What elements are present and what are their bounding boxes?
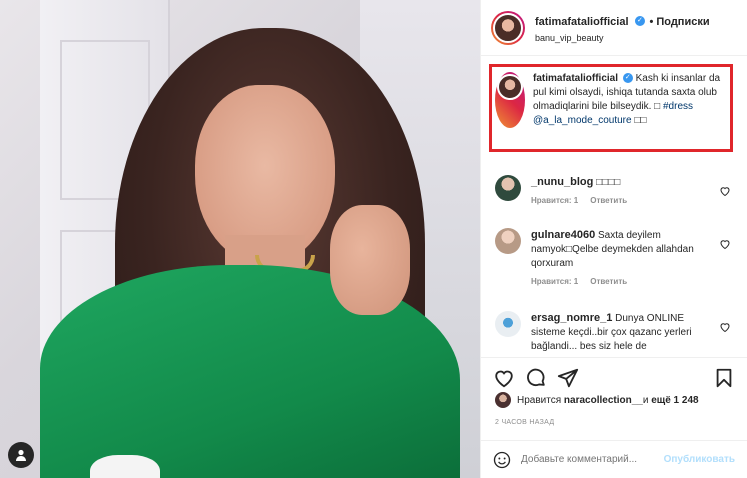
heart-icon[interactable] — [719, 321, 731, 333]
comment-row: _nunu_blog □□□□ Нравится: 1 Ответить — [495, 175, 735, 205]
author-avatar[interactable] — [491, 10, 525, 45]
post-timestamp[interactable]: 2 ЧАСОВ НАЗАД — [495, 419, 554, 426]
commenter-avatar[interactable] — [495, 311, 521, 337]
caption-username[interactable]: fatimafataliofficial — [533, 73, 618, 84]
comment-text: □□□□ — [596, 177, 621, 188]
comment-input[interactable] — [521, 454, 646, 465]
add-comment-bar: Опубликовать — [481, 440, 747, 478]
caption-avatar[interactable] — [495, 72, 525, 128]
likes-summary: Нравится naracollection__ и ещё 1 248 — [495, 392, 699, 408]
commenter-avatar[interactable] — [495, 175, 521, 201]
heart-icon[interactable] — [719, 185, 731, 197]
liker-username[interactable]: naracollection__ — [564, 395, 643, 406]
comment-likes[interactable]: Нравится: 1 — [531, 196, 578, 205]
comments-area[interactable]: fatimafataliofficial ✓ Kash ki insanlar … — [481, 57, 747, 356]
comment-icon[interactable] — [525, 367, 547, 389]
caption-trail: □□ — [631, 115, 647, 126]
commenter-avatar[interactable] — [495, 228, 521, 254]
caption: fatimafataliofficial ✓ Kash ki insanlar … — [495, 72, 731, 128]
verified-icon: ✓ — [622, 73, 633, 84]
publish-button[interactable]: Опубликовать — [664, 454, 735, 465]
comment-username[interactable]: _nunu_blog — [531, 176, 593, 188]
user-tag-icon[interactable] — [8, 442, 34, 468]
comment-row: ersag_nomre_1 Dunya ONLINE sisteme keçdi… — [495, 311, 735, 354]
comment-likes[interactable]: Нравится: 1 — [531, 277, 578, 286]
liker-avatar[interactable] — [495, 392, 511, 408]
post-sidebar: fatimafataliofficial ✓ • Подписки banu_v… — [480, 0, 747, 478]
post-header: fatimafataliofficial ✓ • Подписки banu_v… — [481, 0, 747, 56]
likes-count[interactable]: ещё 1 248 — [651, 395, 698, 406]
heart-icon[interactable] — [719, 238, 731, 250]
location-link[interactable]: banu_vip_beauty — [535, 33, 710, 43]
emoji-icon[interactable] — [493, 451, 511, 469]
instagram-post: fatimafataliofficial ✓ • Подписки banu_v… — [0, 0, 747, 478]
comment-row: gulnare4060 Saxta deyilem namyok□Qelbe d… — [495, 228, 735, 286]
reply-button[interactable]: Ответить — [590, 196, 627, 205]
verified-icon: ✓ — [634, 15, 645, 26]
share-icon[interactable] — [557, 367, 579, 389]
follow-button[interactable]: • Подписки — [649, 16, 709, 28]
reply-button[interactable]: Ответить — [590, 277, 627, 286]
comment-username[interactable]: gulnare4060 — [531, 229, 595, 241]
mention-link[interactable]: @a_la_mode_couture — [533, 115, 632, 126]
post-photo[interactable] — [0, 0, 480, 478]
heart-icon[interactable] — [493, 367, 515, 389]
author-username[interactable]: fatimafataliofficial — [535, 16, 629, 28]
cup — [90, 455, 160, 478]
hand — [330, 205, 410, 315]
comment-username[interactable]: ersag_nomre_1 — [531, 312, 612, 324]
bookmark-icon[interactable] — [713, 367, 735, 389]
hashtag-link[interactable]: #dress — [663, 101, 693, 112]
action-bar — [481, 357, 747, 397]
